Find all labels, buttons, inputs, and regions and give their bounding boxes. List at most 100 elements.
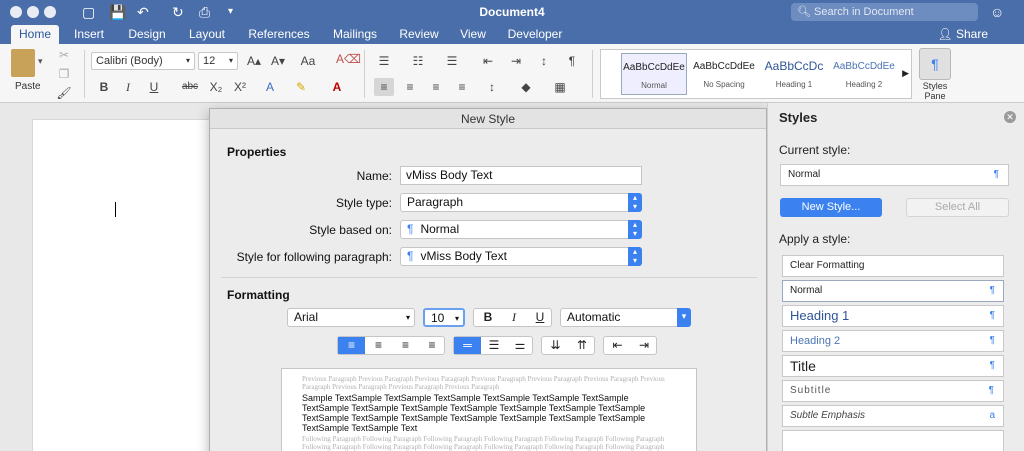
justify-icon[interactable]: ≡ — [452, 78, 472, 96]
tab-view[interactable]: View — [454, 25, 492, 44]
alignment-buttons: ≡ ≡ ≡ ≡ — [337, 336, 445, 355]
bold-icon[interactable]: B — [94, 78, 114, 96]
tab-design[interactable]: Design — [122, 25, 172, 44]
font-name-box[interactable]: Calibri (Body) ▾ — [91, 52, 195, 70]
style-item-partial[interactable] — [782, 430, 1004, 451]
change-case-icon[interactable]: Aa — [298, 52, 318, 70]
tab-developer[interactable]: Developer — [503, 25, 567, 44]
styles-pane-icon[interactable]: ¶ — [919, 48, 951, 80]
font-size-value: 10 — [431, 311, 445, 325]
strikethrough-icon[interactable]: abc — [178, 78, 202, 96]
close-icon[interactable]: ✕ — [1004, 111, 1016, 123]
based-on-select[interactable]: ¶ Normal ▴ ▾ — [400, 220, 642, 239]
dialog-italic-button[interactable]: I — [502, 309, 526, 326]
bullets-icon[interactable]: ☰ — [374, 52, 394, 70]
single-spacing-button[interactable]: ═ — [454, 337, 481, 354]
font-size-value: 12 — [203, 55, 216, 67]
dialog-justify-button[interactable]: ≡ — [419, 337, 445, 354]
tab-mailings[interactable]: Mailings — [325, 25, 385, 44]
copy-icon[interactable]: ❐ — [54, 65, 74, 83]
style-item-normal[interactable]: Normal ¶ — [782, 280, 1004, 302]
paragraph-spacing-buttons: ⇊ ⇈ — [541, 336, 595, 355]
user-icon[interactable]: ☺ — [990, 3, 1004, 21]
tab-home[interactable]: Home — [11, 25, 59, 44]
italic-icon[interactable]: I — [118, 78, 138, 96]
superscript-icon[interactable]: X² — [230, 78, 250, 96]
style-gallery: AaBbCcDdEe Normal AaBbCcDdEe No Spacing Aa… — [600, 49, 912, 99]
highlight-icon[interactable]: ✎ — [291, 78, 311, 96]
font-color-value: Automatic — [567, 310, 621, 324]
borders-icon[interactable]: ▦ — [550, 78, 570, 96]
dialog-title: New Style — [210, 109, 766, 129]
dialog-underline-button[interactable]: U — [528, 309, 552, 326]
font-color-icon[interactable]: A — [327, 78, 347, 96]
subscript-icon[interactable]: X₂ — [206, 78, 226, 96]
shading-icon[interactable]: ◆ — [516, 78, 536, 96]
gallery-style-no-spacing[interactable]: AaBbCcDdEe No Spacing — [691, 53, 757, 95]
dialog-align-left-button[interactable]: ≡ — [338, 337, 365, 354]
multilevel-list-icon[interactable]: ☰ — [442, 52, 462, 70]
gallery-style-heading-1[interactable]: AaBbCcDc Heading 1 — [761, 53, 827, 95]
align-center-icon[interactable]: ≡ — [400, 78, 420, 96]
font-size-select[interactable]: 10 ▾ — [423, 308, 465, 327]
gallery-style-heading-2[interactable]: AaBbCcDdEe Heading 2 — [831, 53, 897, 95]
decrease-spacing-button[interactable]: ⇊ — [542, 337, 569, 354]
gallery-preview: AaBbCcDdEe — [623, 62, 685, 73]
style-item-name: Subtitle — [790, 385, 832, 396]
increase-spacing-button[interactable]: ⇈ — [569, 337, 595, 354]
style-item-subtle-emphasis[interactable]: Subtle Emphasis a — [782, 405, 1004, 427]
font-select[interactable]: Arial ▾ — [287, 308, 415, 327]
dialog-bold-button[interactable]: B — [476, 309, 500, 326]
underline-icon[interactable]: U — [144, 78, 164, 96]
search-input[interactable]: 🔍︎ Search in Document — [791, 3, 978, 21]
dialog-align-center-button[interactable]: ≡ — [365, 337, 392, 354]
chevron-down-icon: ▾ — [185, 56, 190, 65]
dialog-decrease-indent-button[interactable]: ⇤ — [604, 337, 631, 354]
tab-review[interactable]: Review — [394, 25, 444, 44]
gallery-style-normal[interactable]: AaBbCcDdEe Normal — [621, 53, 687, 95]
style-item-clear-formatting[interactable]: Clear Formatting — [782, 255, 1004, 277]
align-right-icon[interactable]: ≡ — [426, 78, 446, 96]
tab-insert[interactable]: Insert — [66, 25, 112, 44]
show-marks-icon[interactable]: ¶ — [562, 52, 582, 70]
sort-icon[interactable]: ↕ — [534, 52, 554, 70]
paragraph-icon: ¶ — [407, 222, 414, 236]
cut-icon[interactable]: ✂ — [54, 46, 74, 64]
updown-stepper-icon: ▴ ▾ — [628, 247, 642, 266]
grow-font-icon[interactable]: A▴ — [244, 52, 264, 70]
font-size-box[interactable]: 12 ▾ — [198, 52, 238, 70]
share-button[interactable]: 👤︎ Share — [937, 25, 988, 43]
paste-dropdown-icon[interactable]: ▾ — [38, 56, 43, 67]
format-painter-icon[interactable]: 🖌︎ — [54, 84, 74, 102]
gallery-more-icon[interactable]: ▶ — [902, 68, 909, 79]
text-effects-icon[interactable]: A — [260, 78, 280, 96]
align-left-icon[interactable]: ≡ — [374, 78, 394, 96]
dialog-align-right-button[interactable]: ≡ — [392, 337, 419, 354]
increase-indent-icon[interactable]: ⇥ — [506, 52, 526, 70]
style-item-heading-1[interactable]: Heading 1 ¶ — [782, 305, 1004, 327]
select-all-button[interactable]: Select All — [906, 198, 1009, 217]
double-spacing-button[interactable]: ⚌ — [507, 337, 533, 354]
style-name-field[interactable]: vMiss Body Text — [400, 166, 642, 185]
font-color-select[interactable]: Automatic ▾ — [560, 308, 691, 327]
paste-icon[interactable] — [11, 49, 35, 77]
clear-formatting-icon[interactable]: A⌫ — [336, 50, 361, 68]
shrink-font-icon[interactable]: A▾ — [268, 52, 288, 70]
style-preview: Previous Paragraph Previous Paragraph Pr… — [281, 368, 697, 451]
gallery-preview: AaBbCcDdEe — [693, 61, 755, 72]
following-paragraph-select[interactable]: ¶ vMiss Body Text ▴ ▾ — [400, 247, 642, 266]
decrease-indent-icon[interactable]: ⇤ — [478, 52, 498, 70]
dialog-increase-indent-button[interactable]: ⇥ — [631, 337, 657, 354]
tab-layout[interactable]: Layout — [182, 25, 232, 44]
numbering-icon[interactable]: ☷ — [408, 52, 428, 70]
style-type-select[interactable]: Paragraph ▴ ▾ — [400, 193, 642, 212]
one-half-spacing-button[interactable]: ☰ — [481, 337, 507, 354]
gallery-name: No Spacing — [703, 80, 745, 89]
style-item-heading-2[interactable]: Heading 2 ¶ — [782, 330, 1004, 352]
style-type-mark: a — [989, 410, 995, 421]
style-item-title[interactable]: Title ¶ — [782, 355, 1004, 377]
line-spacing-icon[interactable]: ↕ — [482, 78, 502, 96]
new-style-button[interactable]: New Style... — [780, 198, 882, 217]
tab-references[interactable]: References — [242, 25, 316, 44]
style-item-subtitle[interactable]: Subtitle ¶ — [782, 380, 1004, 402]
